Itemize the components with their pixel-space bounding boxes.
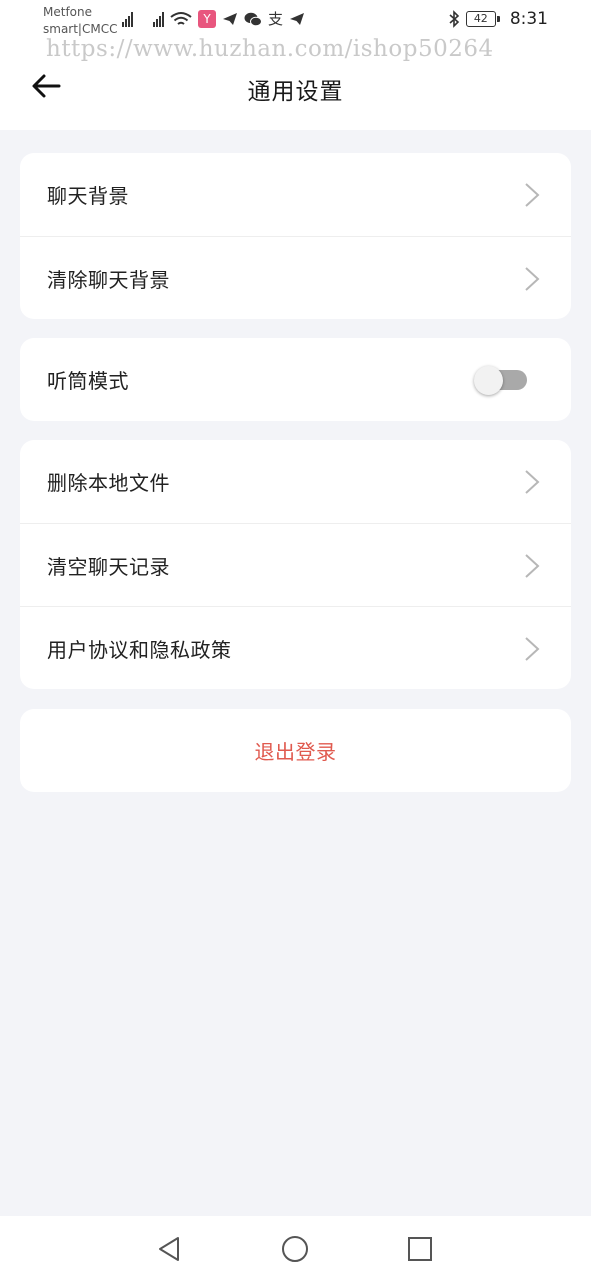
nav-back-button[interactable]: [154, 1234, 184, 1264]
battery-icon: 42: [465, 11, 500, 27]
signal-icon: [153, 11, 164, 27]
status-icons: Y 支: [122, 9, 305, 29]
telegram-icon: [290, 13, 305, 25]
settings-group-data: 删除本地文件 清空聊天记录 用户协议和隐私政策: [20, 440, 571, 689]
chevron-right-icon: [525, 637, 540, 661]
chevron-right-icon: [525, 470, 540, 494]
nav-recents-button[interactable]: [405, 1234, 435, 1264]
alipay-icon: 支: [268, 10, 284, 28]
settings-group-earpiece: 听筒模式: [20, 338, 571, 421]
wechat-icon: [244, 12, 262, 26]
chevron-right-icon: [525, 183, 540, 207]
back-triangle-icon: [159, 1237, 179, 1261]
clear-chat-background-item[interactable]: 清除聊天背景: [20, 236, 571, 319]
carrier-line-1: Metfone: [43, 5, 92, 19]
item-label: 听筒模式: [47, 369, 129, 393]
item-label: 用户协议和隐私政策: [47, 637, 232, 662]
status-right: 42 8:31: [448, 8, 548, 30]
clock: 8:31: [509, 9, 548, 29]
toggle-knob: [474, 366, 503, 395]
chevron-right-icon: [525, 554, 540, 578]
signal-icon: [122, 11, 133, 27]
item-label: 清除聊天背景: [47, 267, 170, 292]
bluetooth-icon: [449, 10, 459, 28]
logout-label: 退出登录: [254, 740, 337, 764]
settings-group-chat-background: 聊天背景 清除聊天背景: [20, 153, 571, 319]
carrier-info: Metfone smart|CMCC: [43, 4, 117, 38]
logout-card: 退出登录: [20, 709, 571, 792]
status-bar: Metfone smart|CMCC Y 支 42 8:31: [0, 0, 591, 38]
user-agreement-privacy-item[interactable]: 用户协议和隐私政策: [20, 606, 571, 689]
watermark: https://www.huzhan.com/ishop50264: [46, 36, 494, 62]
clear-chat-history-item[interactable]: 清空聊天记录: [20, 523, 571, 606]
item-label: 清空聊天记录: [47, 554, 170, 579]
delete-local-files-item[interactable]: 删除本地文件: [20, 440, 571, 523]
chat-background-item[interactable]: 聊天背景: [20, 153, 571, 236]
page-title: 通用设置: [247, 79, 344, 105]
nav-home-button[interactable]: [280, 1234, 310, 1264]
telegram-icon: [223, 13, 237, 25]
system-nav-bar: [0, 1216, 591, 1280]
item-label: 删除本地文件: [47, 471, 170, 495]
recents-square-icon: [408, 1237, 432, 1261]
earpiece-mode-item: 听筒模式: [20, 338, 571, 421]
app-icon: Y: [198, 10, 216, 28]
wifi-icon: [170, 12, 192, 25]
item-label: 聊天背景: [47, 184, 129, 208]
logout-button[interactable]: 退出登录: [20, 709, 571, 792]
earpiece-mode-toggle[interactable]: [474, 366, 527, 395]
home-circle-icon: [282, 1236, 308, 1262]
chevron-right-icon: [525, 267, 540, 291]
